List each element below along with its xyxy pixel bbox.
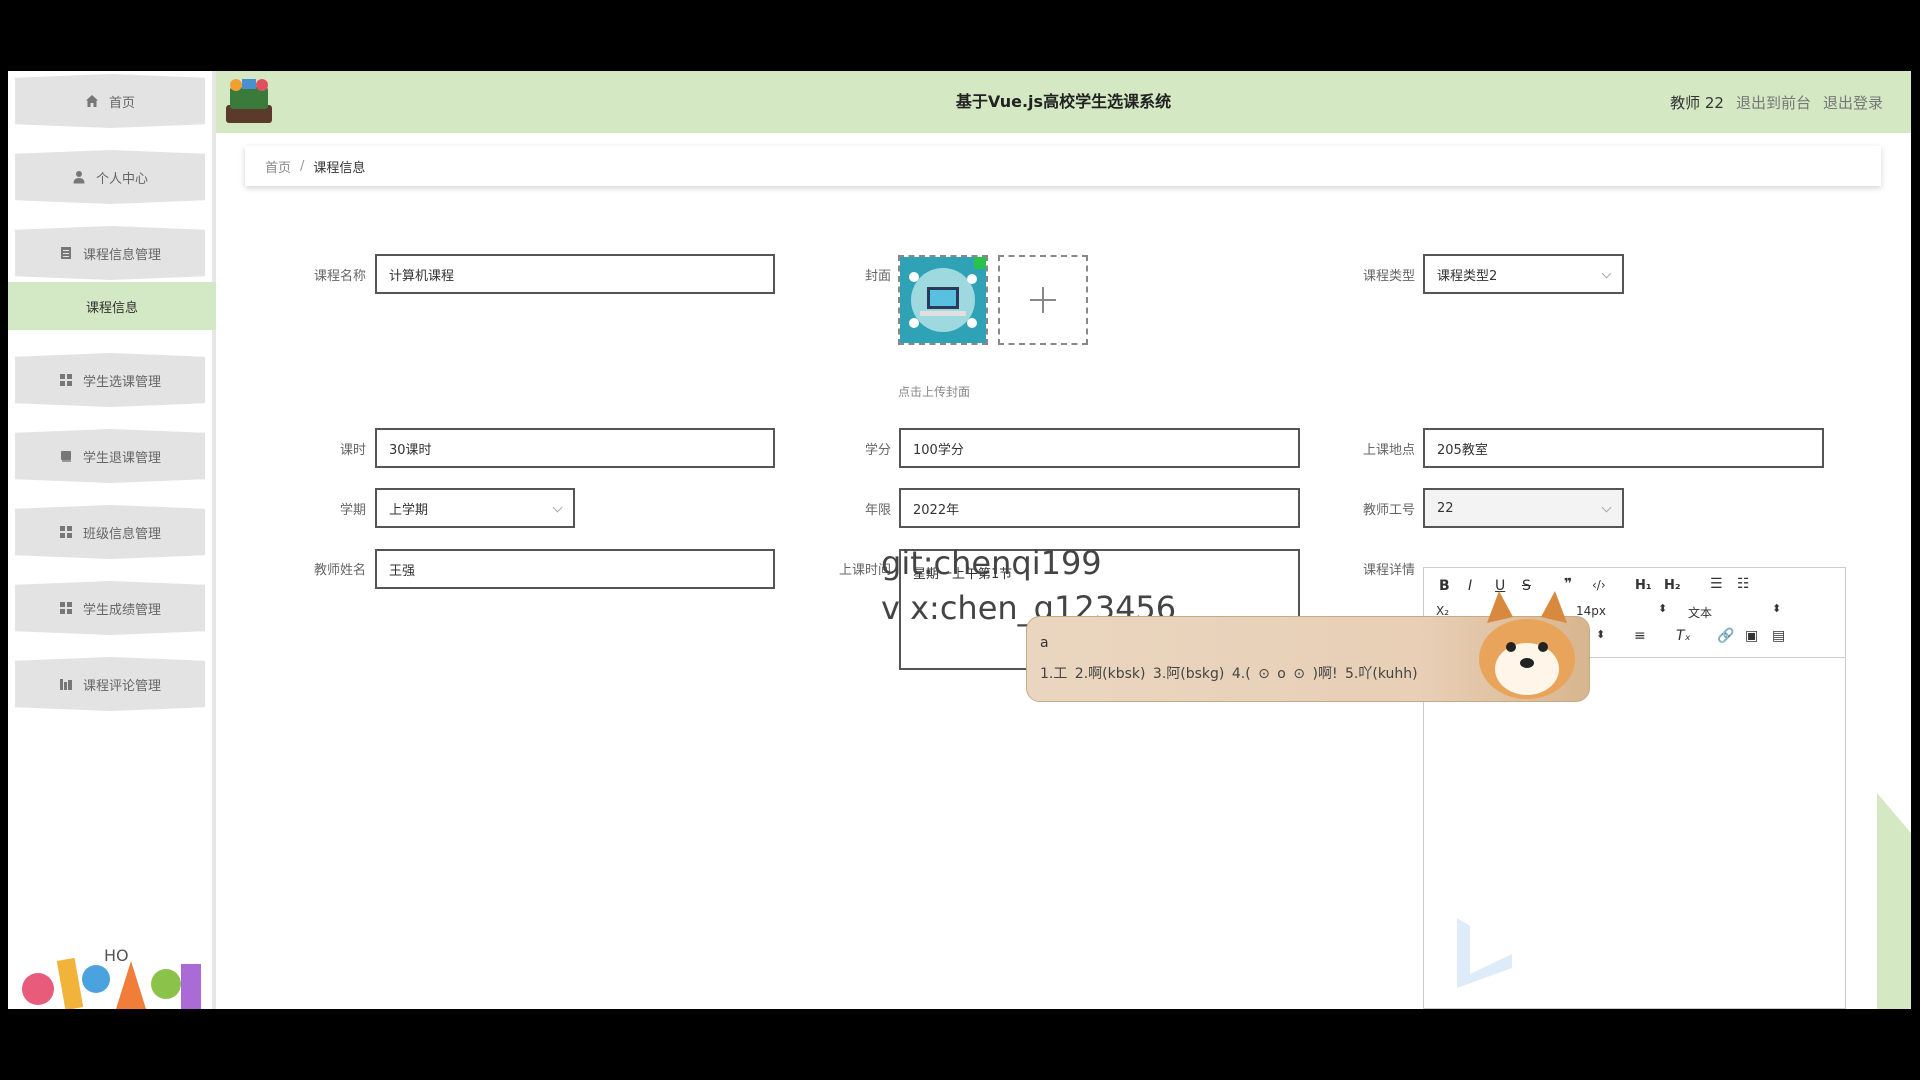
book-icon — [59, 449, 73, 463]
app-window: 首页 个人中心 课程信息管理 课程信息 学生选课管理 学生退课管理 班级信息管理… — [8, 71, 1911, 1009]
breadcrumb-home[interactable]: 首页 — [265, 157, 291, 176]
ime-input-text: a — [1040, 635, 1049, 651]
video-icon[interactable]: ▤ — [1772, 628, 1785, 644]
teacher-name-input[interactable]: 王强 — [375, 549, 775, 589]
align-left-icon[interactable]: ≡ — [1634, 628, 1646, 644]
sidebar-item-label: 学生选课管理 — [82, 374, 161, 390]
bullet-list-icon[interactable]: ☷ — [1737, 576, 1750, 592]
cover-image[interactable] — [898, 255, 988, 345]
hours-label: 课时 — [339, 443, 366, 458]
document-icon — [59, 246, 73, 260]
bold-icon[interactable]: B — [1439, 578, 1450, 594]
sidebar-item-label: 课程评论管理 — [82, 678, 161, 694]
decorative-alphabet-art: HO — [22, 946, 201, 1009]
grid-icon — [59, 601, 73, 615]
back-to-front-link[interactable]: 退出到前台 — [1736, 92, 1811, 113]
teacher-name-label: 教师姓名 — [313, 563, 366, 578]
shiba-dog-icon — [1479, 591, 1575, 699]
chevron-updown-icon[interactable]: ⬍ — [1658, 602, 1667, 615]
sidebar-item-profile[interactable]: 个人中心 — [15, 150, 205, 204]
home-icon — [85, 94, 99, 108]
sidebar-item-class-info[interactable]: 班级信息管理 — [15, 505, 205, 559]
svg-text:HO: HO — [104, 946, 129, 965]
breadcrumb-separator: / — [300, 158, 305, 174]
sidebar-item-home[interactable]: 首页 — [15, 74, 205, 128]
heading1-icon[interactable]: H₁ — [1635, 578, 1652, 593]
year-label: 年限 — [864, 503, 891, 518]
watermark-logo-icon — [1457, 918, 1512, 988]
location-label: 上课地点 — [1362, 443, 1415, 458]
sidebar: 首页 个人中心 课程信息管理 课程信息 学生选课管理 学生退课管理 班级信息管理… — [8, 71, 216, 1009]
credit-input[interactable]: 100学分 — [899, 428, 1300, 468]
sidebar-item-course-drop[interactable]: 学生退课管理 — [15, 429, 205, 483]
sidebar-item-comments[interactable]: 课程评论管理 — [15, 657, 205, 711]
course-name-label: 课程名称 — [313, 269, 366, 284]
cover-thumbnail-icon — [900, 257, 986, 343]
grid-icon — [59, 525, 73, 539]
sidebar-item-label: 学生成绩管理 — [82, 602, 161, 618]
chart-icon — [59, 677, 73, 691]
ordered-list-icon[interactable]: ☰ — [1710, 576, 1723, 592]
sidebar-item-course-info[interactable]: 课程信息管理 — [15, 226, 205, 280]
sidebar-item-course-select[interactable]: 学生选课管理 — [15, 353, 205, 407]
current-user: 教师 22 — [1670, 93, 1724, 112]
term-select[interactable]: 上学期 — [375, 488, 575, 528]
cover-upload-hint: 点击上传封面 — [898, 385, 971, 399]
code-icon[interactable]: ‹/› — [1592, 578, 1606, 592]
breadcrumb-current: 课程信息 — [313, 160, 366, 176]
location-input[interactable]: 205教室 — [1423, 428, 1824, 468]
top-header: 基于Vue.js高校学生选课系统 教师 22 退出到前台 退出登录 — [216, 71, 1911, 133]
upload-cover-button[interactable] — [998, 255, 1088, 345]
block-type-select[interactable]: 文本 — [1688, 604, 1712, 621]
sidebar-item-label: 班级信息管理 — [82, 526, 161, 542]
user-icon — [72, 170, 86, 184]
clear-format-icon[interactable]: Tₓ — [1676, 628, 1691, 644]
sidebar-subitem-course-info[interactable]: 课程信息 — [8, 282, 216, 330]
chevron-updown-icon[interactable]: ⬍ — [1596, 628, 1605, 641]
plus-icon — [1030, 287, 1056, 313]
header-user-area: 教师 22 退出到前台 退出登录 — [1670, 71, 1883, 133]
watermark-line-1: git:chenqi199 — [881, 544, 1102, 582]
year-input[interactable]: 2022年 — [899, 488, 1300, 528]
sidebar-item-grades[interactable]: 学生成绩管理 — [15, 581, 205, 635]
ime-candidate-popup: a 1.工 2.啊(kbsk) 3.阿(bskg) 4.( ⊙ o ⊙ )啊! … — [1026, 591, 1590, 702]
teacher-id-label: 教师工号 — [1362, 503, 1415, 518]
course-type-select[interactable]: 课程类型2 — [1423, 254, 1624, 294]
heading2-icon[interactable]: H₂ — [1664, 578, 1681, 593]
decorative-green-ribbon — [1877, 793, 1911, 1009]
site-title: 基于Vue.js高校学生选课系统 — [955, 92, 1172, 111]
credit-label: 学分 — [864, 443, 891, 458]
time-label: 上课时间 — [838, 563, 891, 578]
logout-link[interactable]: 退出登录 — [1823, 92, 1883, 113]
cover-label: 封面 — [864, 269, 891, 284]
term-label: 学期 — [339, 503, 366, 518]
link-icon[interactable]: 🔗 — [1717, 628, 1734, 644]
image-icon[interactable]: ▣ — [1745, 628, 1758, 644]
detail-label: 课程详情 — [1362, 563, 1415, 578]
course-name-input[interactable]: 计算机课程 — [375, 254, 775, 294]
breadcrumb: 首页 / 课程信息 — [245, 146, 1881, 186]
sidebar-item-label: 课程信息管理 — [82, 247, 161, 263]
chevron-updown-icon[interactable]: ⬍ — [1772, 602, 1781, 615]
hours-input[interactable]: 30课时 — [375, 428, 775, 468]
sidebar-item-label: 首页 — [108, 95, 135, 111]
sidebar-item-label: 学生退课管理 — [82, 450, 161, 466]
teacher-id-select[interactable]: 22 — [1423, 488, 1624, 528]
course-type-label: 课程类型 — [1362, 269, 1415, 284]
grid-icon — [59, 373, 73, 387]
ime-candidates[interactable]: 1.工 2.啊(kbsk) 3.阿(bskg) 4.( ⊙ o ⊙ )啊! 5.… — [1040, 663, 1418, 683]
sidebar-item-label: 个人中心 — [95, 171, 148, 187]
